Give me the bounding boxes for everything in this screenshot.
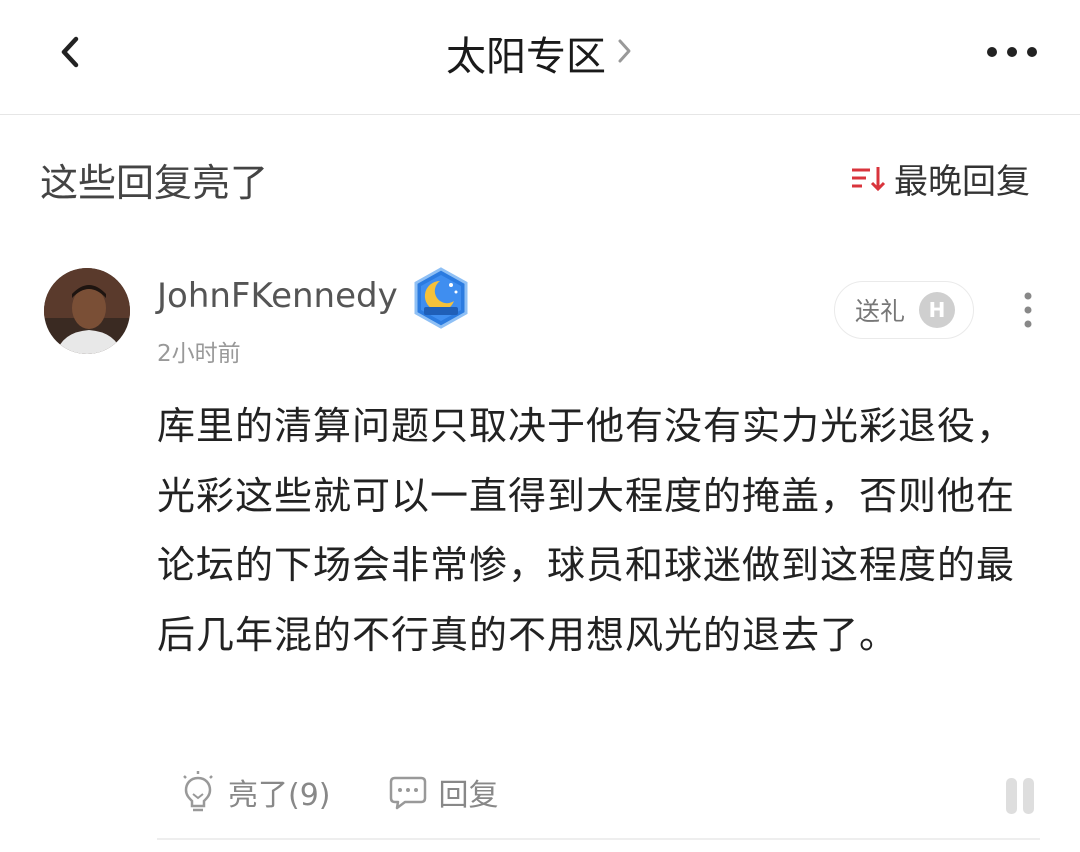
moon-badge-icon: [410, 267, 472, 329]
reply-label: 回复: [438, 778, 499, 813]
chevron-right-icon: [616, 36, 634, 70]
like-button[interactable]: 亮了(9): [178, 770, 331, 814]
post-action-bar: 亮了(9) 回复: [178, 770, 499, 814]
comment-icon: [389, 776, 426, 810]
reply-button[interactable]: 回复: [387, 770, 499, 814]
username[interactable]: JohnFKennedy: [157, 276, 398, 316]
gift-label: 送礼: [855, 297, 906, 326]
more-horizontal-icon: [987, 47, 1037, 57]
sort-label: 最晚回复: [894, 161, 1030, 202]
scroll-handle[interactable]: [1004, 776, 1038, 816]
more-options-button[interactable]: [984, 38, 1040, 66]
like-count-label: 亮了(9): [228, 778, 331, 813]
sort-button[interactable]: 最晚回复: [850, 154, 1030, 202]
header-title-link[interactable]: 太阳专区: [0, 24, 1080, 82]
post-content: 库里的清算问题只取决于他有没有实力光彩退役，光彩这些就可以一直得到大程度的掩盖，…: [157, 404, 1016, 657]
post-timestamp: 2小时前: [157, 341, 241, 367]
avatar[interactable]: [44, 268, 130, 354]
sort-icon: [852, 167, 886, 192]
gift-badge-icon: H: [919, 292, 956, 328]
page-title: 太阳专区: [446, 34, 606, 80]
gift-button[interactable]: 送礼 H: [834, 281, 974, 339]
lightbulb-icon: [183, 771, 213, 812]
post-more-button[interactable]: [1014, 290, 1042, 330]
more-vertical-icon: [1024, 292, 1032, 328]
divider: [157, 838, 1040, 840]
top-nav-bar: 太阳专区: [0, 0, 1080, 115]
section-title: 这些回复亮了: [40, 161, 269, 205]
